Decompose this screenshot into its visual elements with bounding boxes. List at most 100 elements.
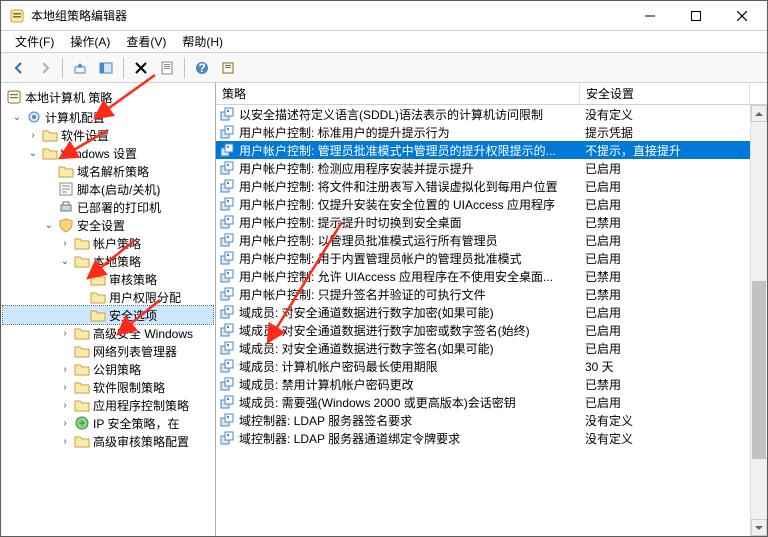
tree-expand-icon[interactable]: ⌄ <box>43 220 55 231</box>
tree-item[interactable]: 审核策略 <box>3 270 213 288</box>
scroll-thumb[interactable] <box>752 281 766 460</box>
policy-row[interactable]: 用户帐户控制: 将文件和注册表写入错误虚拟化到每用户位置已启用 <box>216 177 750 195</box>
tree-item[interactable]: ⌄Windows 设置 <box>3 144 213 162</box>
tree-expand-icon[interactable]: ⌄ <box>27 148 39 159</box>
tree-item[interactable]: › 软件设置 <box>3 126 213 144</box>
policy-row[interactable]: 域控制器: LDAP 服务器签名要求没有定义 <box>216 411 750 429</box>
tree-item-label: 用户权限分配 <box>109 289 181 306</box>
tree-item[interactable]: 用户权限分配 <box>3 288 213 306</box>
policy-row[interactable]: 域成员: 禁用计算机帐户密码更改已禁用 <box>216 375 750 393</box>
policy-row[interactable]: 用户帐户控制: 检测应用程序安装并提示提升已启用 <box>216 159 750 177</box>
policy-row[interactable]: 用户帐户控制: 允许 UIAccess 应用程序在不使用安全桌面...已禁用 <box>216 267 750 285</box>
policy-row[interactable]: 用户帐户控制: 管理员批准模式中管理员的提升权限提示的...不提示，直接提升 <box>216 141 750 159</box>
folder-icon <box>90 271 106 287</box>
policy-row[interactable]: 域成员: 计算机帐户密码最长使用期限30 天 <box>216 357 750 375</box>
policy-row[interactable]: 域控制器: LDAP 服务器通道绑定令牌要求没有定义 <box>216 429 750 447</box>
tree-expand-icon[interactable]: › <box>59 436 71 447</box>
menu-help[interactable]: 帮助(H) <box>174 31 231 52</box>
tree-item[interactable]: 已部署的打印机 <box>3 198 213 216</box>
policy-row[interactable]: 域成员: 对安全通道数据进行数字加密或数字签名(始终)已启用 <box>216 321 750 339</box>
tree-item-label: 脚本(启动/关机) <box>77 181 160 198</box>
policy-name: 域成员: 对安全通道数据进行数字加密或数字签名(始终) <box>239 322 579 339</box>
tree-item-label: 审核策略 <box>109 271 157 288</box>
tree-item[interactable]: ⌄安全设置 <box>3 216 213 234</box>
menu-file[interactable]: 文件(F) <box>7 31 62 52</box>
tree-expand-icon[interactable]: › <box>59 382 71 393</box>
close-button[interactable] <box>719 1 765 31</box>
tree-expand-icon[interactable]: › <box>59 328 71 339</box>
folder-icon <box>90 289 106 305</box>
column-security[interactable]: 安全设置 <box>580 83 750 104</box>
toolbar-refresh-button[interactable] <box>216 56 240 80</box>
tree-expand-icon[interactable]: › <box>59 418 71 429</box>
tree-item[interactable]: ›帐户策略 <box>3 234 213 252</box>
menu-action[interactable]: 操作(A) <box>62 31 118 52</box>
toolbar-help-button[interactable]: ? <box>190 56 214 80</box>
tree-item[interactable]: ›软件限制策略 <box>3 378 213 396</box>
policy-row[interactable]: 域成员: 需要强(Windows 2000 或更高版本)会话密钥已启用 <box>216 393 750 411</box>
policy-icon <box>219 250 235 266</box>
toolbar-up-button[interactable] <box>68 56 92 80</box>
tree-item[interactable]: 网络列表管理器 <box>3 342 213 360</box>
column-policy[interactable]: 策略 <box>216 83 580 104</box>
tree-item[interactable]: ›IP 安全策略，在 <box>3 414 213 432</box>
tree-item[interactable]: 脚本(启动/关机) <box>3 180 213 198</box>
svg-text:?: ? <box>198 61 205 75</box>
toolbar-showhide-button[interactable] <box>94 56 118 80</box>
policy-security-setting: 已启用 <box>579 340 749 357</box>
tree-expand-icon[interactable]: › <box>59 238 71 249</box>
tree-item-label: 软件设置 <box>61 127 109 144</box>
gear-icon <box>26 109 42 125</box>
toolbar-forward-button[interactable] <box>33 56 57 80</box>
folder-icon <box>74 379 90 395</box>
toolbar-delete-button[interactable] <box>129 56 153 80</box>
ipsec-icon <box>74 415 90 431</box>
tree-root-label[interactable]: 本地计算机 策略 <box>25 89 112 106</box>
maximize-button[interactable] <box>673 1 719 31</box>
policy-row[interactable]: 用户帐户控制: 提示提升时切换到安全桌面已禁用 <box>216 213 750 231</box>
policy-row[interactable]: 用户帐户控制: 以管理员批准模式运行所有管理员已启用 <box>216 231 750 249</box>
list-body[interactable]: 以安全描述符定义语言(SDDL)语法表示的计算机访问限制没有定义用户帐户控制: … <box>216 105 750 536</box>
policy-row[interactable]: 域成员: 对安全通道数据进行数字加密(如果可能)已启用 <box>216 303 750 321</box>
policy-icon <box>219 232 235 248</box>
toolbar-back-button[interactable] <box>7 56 31 80</box>
scroll-up-button[interactable] <box>751 105 767 122</box>
tree-expand-icon[interactable]: › <box>59 364 71 375</box>
minimize-button[interactable] <box>627 1 673 31</box>
policy-row[interactable]: 以安全描述符定义语言(SDDL)语法表示的计算机访问限制没有定义 <box>216 105 750 123</box>
tree-item[interactable]: ⌄计算机配置 <box>3 108 213 126</box>
tree-expand-icon[interactable]: ⌄ <box>59 256 71 267</box>
tree-item[interactable]: ›应用程序控制策略 <box>3 396 213 414</box>
vertical-scrollbar[interactable] <box>750 105 767 536</box>
policy-row[interactable]: 用户帐户控制: 仅提升安装在安全位置的 UIAccess 应用程序已启用 <box>216 195 750 213</box>
scroll-track[interactable] <box>751 122 767 519</box>
policy-row[interactable]: 用户帐户控制: 标准用户的提升提示行为提示凭据 <box>216 123 750 141</box>
policy-name: 域成员: 需要强(Windows 2000 或更高版本)会话密钥 <box>239 394 579 411</box>
tree-expand-icon[interactable]: ⌄ <box>11 112 23 123</box>
policy-icon <box>219 286 235 302</box>
policy-row[interactable]: 用户帐户控制: 只提升签名并验证的可执行文件已禁用 <box>216 285 750 303</box>
tree-item[interactable]: ›公钥策略 <box>3 360 213 378</box>
tree-item[interactable]: ⌄本地策略 <box>3 252 213 270</box>
policy-row[interactable]: 用户帐户控制: 用于内置管理员帐户的管理员批准模式已启用 <box>216 249 750 267</box>
tree-item[interactable]: 安全选项 <box>3 306 213 324</box>
tree-item[interactable]: ›高级审核策略配置 <box>3 432 213 450</box>
folder-icon <box>74 361 90 377</box>
policy-security-setting: 已禁用 <box>579 268 749 285</box>
tree-pane[interactable]: 本地计算机 策略 ⌄计算机配置 › 软件设置⌄Windows 设置域名解析策略脚本(… <box>1 83 216 536</box>
tree-item[interactable]: ›高级安全 Windows <box>3 324 213 342</box>
policy-icon <box>219 394 235 410</box>
app-window: 本地组策略编辑器 文件(F) 操作(A) 查看(V) 帮助(H) ? <box>0 0 768 537</box>
policy-row[interactable]: 域成员: 对安全通道数据进行数字签名(如果可能)已启用 <box>216 339 750 357</box>
tree-expand-icon[interactable]: › <box>59 400 71 411</box>
tree-item[interactable]: 域名解析策略 <box>3 162 213 180</box>
policy-security-setting: 提示凭据 <box>579 124 749 141</box>
menu-view[interactable]: 查看(V) <box>118 31 174 52</box>
policy-name: 域成员: 对安全通道数据进行数字加密(如果可能) <box>239 304 579 321</box>
folder-icon <box>74 235 90 251</box>
policy-name: 域成员: 对安全通道数据进行数字签名(如果可能) <box>239 340 579 357</box>
policy-icon <box>219 268 235 284</box>
toolbar-properties-button[interactable] <box>155 56 179 80</box>
scroll-down-button[interactable] <box>751 519 767 536</box>
tree-expand-icon[interactable]: › <box>27 130 39 141</box>
